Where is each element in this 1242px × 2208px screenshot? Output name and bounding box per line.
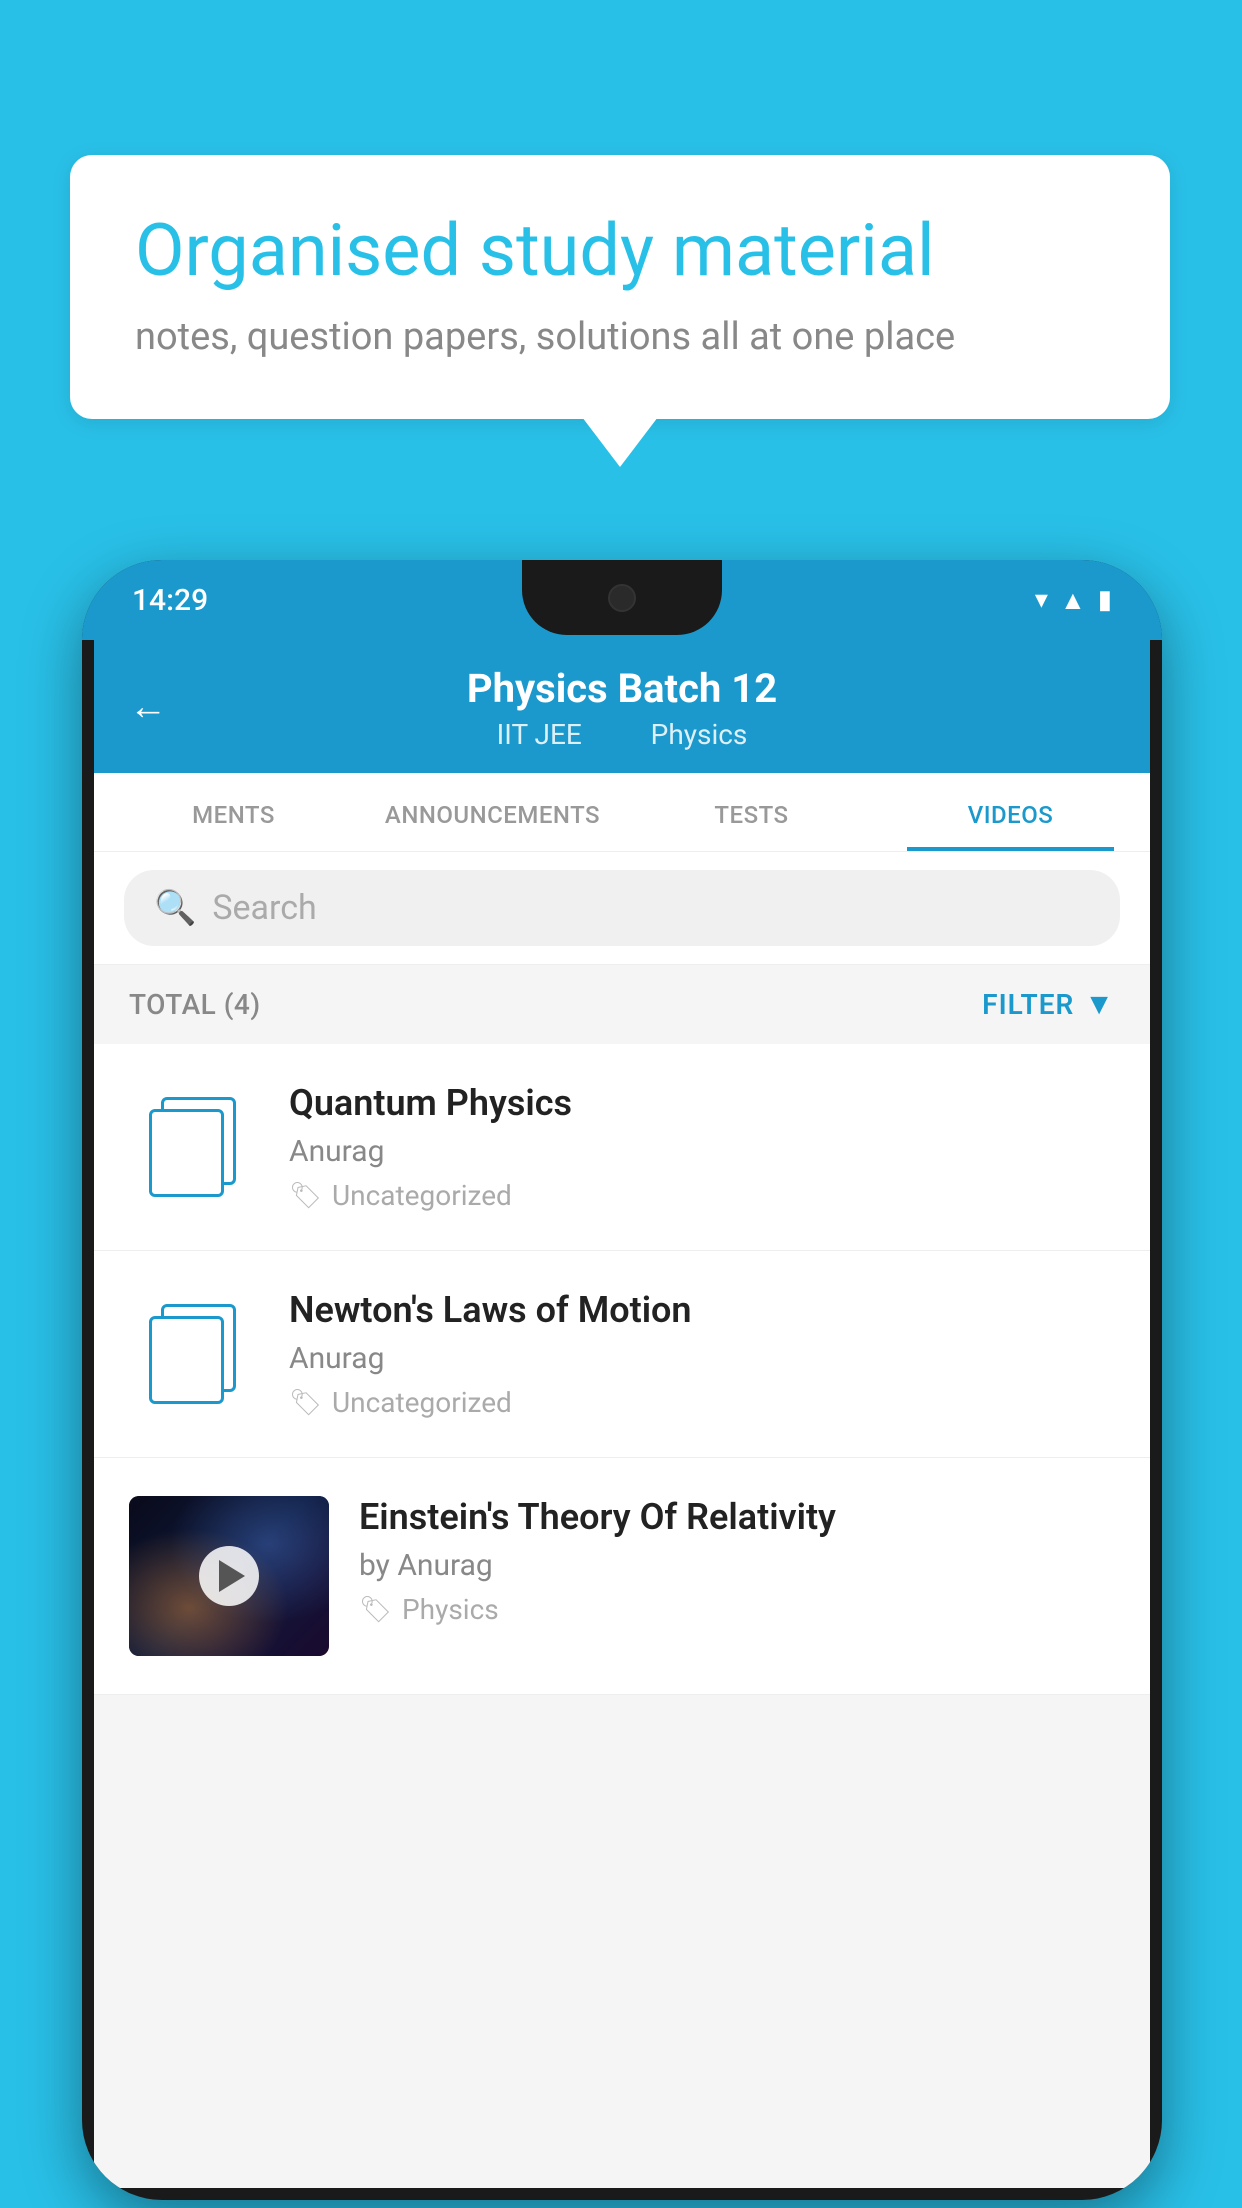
- video-title-3: Einstein's Theory Of Relativity: [359, 1496, 1115, 1538]
- app-header: ← Physics Batch 12 IIT JEE Physics: [94, 640, 1150, 773]
- video-info-1: Quantum Physics Anurag 🏷 Uncategorized: [289, 1082, 1115, 1212]
- search-placeholder: Search: [212, 888, 316, 928]
- video-list: Quantum Physics Anurag 🏷 Uncategorized: [94, 1044, 1150, 1695]
- tag-label-3: Physics: [402, 1593, 499, 1626]
- tab-ments[interactable]: MENTS: [104, 773, 363, 851]
- video-thumbnail-3: [129, 1496, 329, 1656]
- batch-tags: IIT JEE Physics: [134, 718, 1110, 751]
- video-tag-1: 🏷 Uncategorized: [289, 1179, 1115, 1212]
- batch-title: Physics Batch 12: [134, 665, 1110, 712]
- video-title-2: Newton's Laws of Motion: [289, 1289, 1115, 1331]
- battery-icon: ▮: [1098, 585, 1112, 615]
- filter-icon: ▼: [1084, 987, 1115, 1022]
- video-thumb-2: [129, 1289, 259, 1419]
- video-item-1[interactable]: Quantum Physics Anurag 🏷 Uncategorized: [94, 1044, 1150, 1251]
- tag-separator: [613, 718, 627, 751]
- wifi-icon: ▾: [1035, 585, 1048, 615]
- search-bar-container: 🔍 Search: [94, 852, 1150, 965]
- video-author-1: Anurag: [289, 1134, 1115, 1169]
- video-info-2: Newton's Laws of Motion Anurag 🏷 Uncateg…: [289, 1289, 1115, 1419]
- tab-announcements[interactable]: ANNOUNCEMENTS: [363, 773, 622, 851]
- status-icons: ▾ ▲ ▮: [1035, 585, 1112, 616]
- tabs-bar: MENTS ANNOUNCEMENTS TESTS VIDEOS: [94, 773, 1150, 852]
- speech-title: Organised study material: [135, 210, 1105, 293]
- camera: [608, 584, 636, 612]
- phone-device: 14:29 ▾ ▲ ▮ ← Physics Batch 12 IIT JEE P…: [82, 560, 1162, 2200]
- file-icon-1: [149, 1097, 239, 1197]
- play-button-3[interactable]: [199, 1546, 259, 1606]
- play-triangle-icon: [219, 1560, 245, 1592]
- video-author-3: by Anurag: [359, 1548, 1115, 1583]
- filter-button[interactable]: FILTER ▼: [982, 987, 1115, 1022]
- tab-videos[interactable]: VIDEOS: [881, 773, 1140, 851]
- tag-icon-1: 🏷: [289, 1181, 322, 1211]
- signal-icon: ▲: [1060, 585, 1086, 616]
- file-icon-front-1: [149, 1109, 224, 1197]
- filter-label: FILTER: [982, 988, 1074, 1021]
- tag-iitjee: IIT JEE: [497, 718, 582, 751]
- phone-frame: 14:29 ▾ ▲ ▮ ← Physics Batch 12 IIT JEE P…: [82, 560, 1162, 2200]
- file-icon-2: [149, 1304, 239, 1404]
- speech-subtitle: notes, question papers, solutions all at…: [135, 315, 1105, 359]
- video-thumb-1: [129, 1082, 259, 1212]
- video-title-1: Quantum Physics: [289, 1082, 1115, 1124]
- file-icon-front-2: [149, 1316, 224, 1404]
- search-input-wrapper[interactable]: 🔍 Search: [124, 870, 1120, 946]
- back-button[interactable]: ←: [129, 685, 167, 729]
- tag-icon-3: 🏷: [359, 1595, 392, 1625]
- status-time: 14:29: [132, 583, 208, 618]
- phone-screen: ← Physics Batch 12 IIT JEE Physics MENTS…: [94, 640, 1150, 2188]
- tag-label-2: Uncategorized: [332, 1386, 512, 1419]
- video-item-2[interactable]: Newton's Laws of Motion Anurag 🏷 Uncateg…: [94, 1251, 1150, 1458]
- total-count: TOTAL (4): [129, 988, 261, 1021]
- video-tag-2: 🏷 Uncategorized: [289, 1386, 1115, 1419]
- video-author-2: Anurag: [289, 1341, 1115, 1376]
- filter-bar: TOTAL (4) FILTER ▼: [94, 965, 1150, 1044]
- thumb-overlay: [129, 1496, 329, 1656]
- video-item-3[interactable]: Einstein's Theory Of Relativity by Anura…: [94, 1458, 1150, 1695]
- video-tag-3: 🏷 Physics: [359, 1593, 1115, 1626]
- video-info-3: Einstein's Theory Of Relativity by Anura…: [359, 1496, 1115, 1626]
- tag-physics: Physics: [651, 718, 748, 751]
- tag-label-1: Uncategorized: [332, 1179, 512, 1212]
- search-icon: 🔍: [154, 888, 196, 928]
- tag-icon-2: 🏷: [289, 1388, 322, 1418]
- phone-notch: [522, 560, 722, 635]
- tab-tests[interactable]: TESTS: [622, 773, 881, 851]
- speech-bubble-card: Organised study material notes, question…: [70, 155, 1170, 419]
